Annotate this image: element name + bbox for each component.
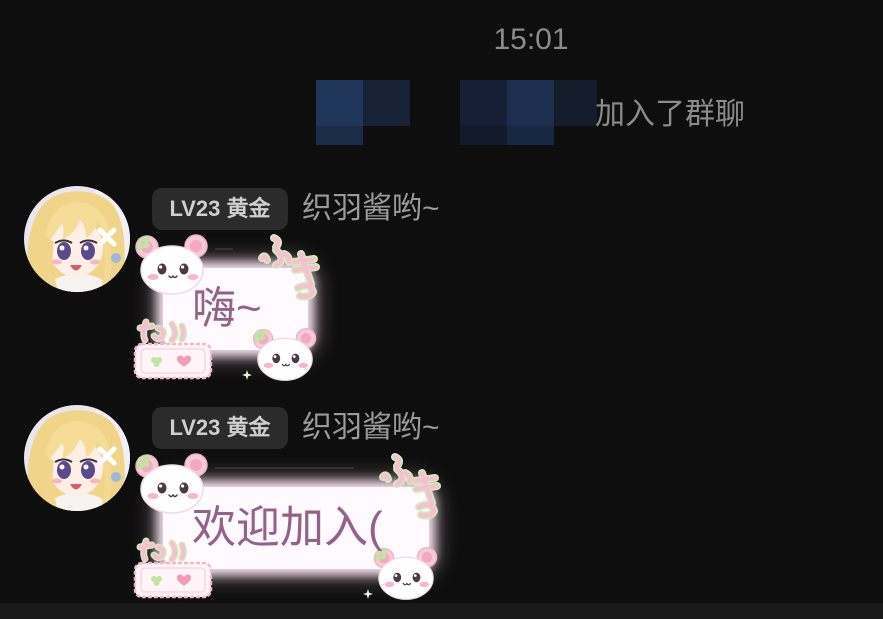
sparkle-icon (363, 589, 373, 599)
kana-sticker-icon (254, 232, 320, 302)
level-badge: LV23 黄金 (152, 188, 288, 230)
message-timestamp: 15:01 (493, 23, 569, 56)
mosaic-tile (460, 126, 507, 145)
redacted-name-mosaic (460, 80, 597, 145)
kana-sticker-icon (375, 451, 441, 521)
bubble-top-edge (215, 467, 354, 469)
anime-girl-avatar-icon (24, 405, 130, 511)
mosaic-tile (507, 126, 554, 145)
anime-girl-avatar-icon (24, 186, 130, 292)
panda-sticker-icon (250, 326, 320, 382)
sender-name[interactable]: 织羽酱哟~ (302, 407, 440, 449)
panda-sticker-icon (371, 545, 441, 601)
chat-message: LV23 黄金 织羽酱哟~ 欢迎加入( (0, 405, 883, 619)
mosaic-tile (460, 80, 507, 126)
message-text: 欢迎加入( (192, 503, 383, 552)
message-bubble[interactable]: 嗨~ (132, 232, 320, 382)
sender-name[interactable]: 织羽酱哟~ (302, 188, 440, 230)
mosaic-tile (316, 126, 363, 145)
mosaic-tile (316, 80, 363, 126)
level-badge: LV23 黄金 (152, 407, 288, 449)
sender-meta: LV23 黄金 织羽酱哟~ (152, 188, 440, 230)
bubble-top-edge (215, 248, 233, 250)
sender-meta: LV23 黄金 织羽酱哟~ (152, 407, 440, 449)
mosaic-tile (507, 80, 554, 126)
sender-avatar[interactable] (24, 186, 130, 292)
message-text: 嗨~ (192, 284, 262, 333)
sparkle-icon (242, 370, 252, 380)
sender-avatar[interactable] (24, 405, 130, 511)
chat-screen: 15:01 加入了群聊 LV23 黄金 织羽酱哟~ 嗨~ LV23 黄金 织羽酱… (0, 0, 883, 619)
join-notice-text: 加入了群聊 (595, 98, 745, 131)
input-bar-edge (0, 603, 883, 619)
chat-message: LV23 黄金 织羽酱哟~ 嗨~ (0, 186, 883, 400)
mosaic-tile (363, 80, 410, 126)
message-bubble[interactable]: 欢迎加入( (132, 451, 441, 601)
mosaic-tile (554, 80, 597, 126)
redacted-name-mosaic (316, 80, 410, 145)
